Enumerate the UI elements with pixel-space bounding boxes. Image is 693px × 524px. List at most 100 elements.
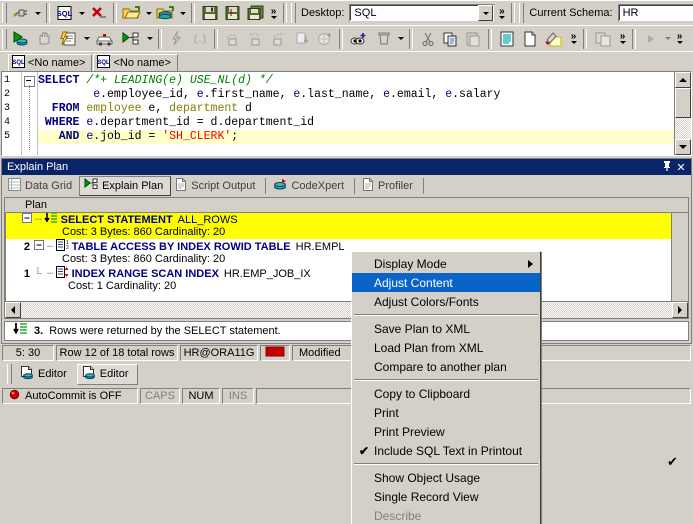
plan-tree[interactable]: ┄ SELECT STATEMENT ALL_ROWS Cost: 3 Byte… <box>5 213 688 301</box>
plan-row-table-access[interactable]: 2 ┄ 12 TABLE ACCESS BY INDEX ROWID TABLE… <box>6 240 688 266</box>
pane-title-text: Explain Plan <box>7 161 68 173</box>
status-flag[interactable] <box>260 345 290 361</box>
step-into-button[interactable] <box>244 28 267 50</box>
compare-toolbar-overflow[interactable]: » <box>616 28 629 50</box>
plan-row-index-scan[interactable]: 1 └ ┄ INDEX RANGE SCAN INDEX HR.EMP_JOB_… <box>6 267 688 293</box>
menu-item-display-mode[interactable]: Display Mode <box>352 254 540 273</box>
tab-explain-plan[interactable]: Explain Plan <box>79 176 171 196</box>
open-from-db-button[interactable] <box>154 2 177 24</box>
play-button[interactable] <box>639 28 662 50</box>
menu-item-copy-to-clipboard[interactable]: Copy to Clipboard <box>352 384 540 403</box>
add-watch-button[interactable] <box>313 28 336 50</box>
scroll-down-button[interactable] <box>675 139 691 155</box>
new-sql-window-button[interactable]: SQL <box>53 2 76 24</box>
desktop-toolbar-grip[interactable] <box>291 3 296 23</box>
close-icon[interactable]: ✕ <box>674 161 688 174</box>
menu-item-single-record-view[interactable]: Single Record View <box>352 487 540 506</box>
delete-breakpoint-button[interactable] <box>372 28 395 50</box>
open-file-button[interactable] <box>120 2 143 24</box>
toolbar-grip[interactable] <box>2 3 7 23</box>
plan-hscroll-right-button[interactable] <box>672 302 688 318</box>
menu-item-compare-to-another-plan[interactable]: Compare to another plan <box>352 357 540 376</box>
play-dropdown[interactable] <box>662 28 673 50</box>
menu-item-load-plan-from-xml[interactable]: Load Plan from XML <box>352 338 540 357</box>
execute-as-script-button[interactable] <box>55 28 81 50</box>
row-expander-icon[interactable] <box>34 240 45 254</box>
save-button[interactable] <box>198 2 221 24</box>
plan-scroll-up-button[interactable] <box>672 213 688 227</box>
plan-row-select-statement[interactable]: ┄ SELECT STATEMENT ALL_ROWS Cost: 3 Byte… <box>6 213 688 239</box>
scroll-up-button[interactable] <box>675 72 691 88</box>
toggle-breakpoint-button[interactable] <box>346 28 372 50</box>
autocommit-status[interactable]: AutoCommit is OFF <box>2 388 138 404</box>
pin-icon[interactable] <box>660 160 674 174</box>
menu-item-save-plan-to-xml[interactable]: Save Plan to XML <box>352 319 540 338</box>
svg-text:SQL: SQL <box>12 60 25 66</box>
menu-item-adjust-content[interactable]: Adjust Content <box>352 273 540 292</box>
paste-button[interactable] <box>462 28 485 50</box>
tab-profiler[interactable]: Profiler <box>358 176 420 196</box>
format-sql-button[interactable] <box>495 28 518 50</box>
new-document-button[interactable] <box>518 28 541 50</box>
editor-vertical-scrollbar[interactable] <box>674 72 691 155</box>
row-expander-icon[interactable] <box>22 213 33 227</box>
plan-horizontal-scrollbar[interactable] <box>5 301 688 318</box>
step-over-button[interactable] <box>221 28 244 50</box>
open-file-dropdown[interactable] <box>143 2 154 24</box>
cut-button[interactable] <box>416 28 439 50</box>
new-connection-dropdown[interactable] <box>32 2 43 24</box>
new-sql-window-dropdown[interactable] <box>76 2 87 24</box>
stop-execution-button[interactable] <box>32 28 55 50</box>
run-to-cursor-button[interactable] <box>290 28 313 50</box>
desktop-combo-arrow[interactable] <box>478 5 493 21</box>
toolbar-separator <box>113 3 117 23</box>
exec-toolbar-grip[interactable] <box>2 29 7 49</box>
execute-as-script-dropdown[interactable] <box>81 28 92 50</box>
bottom-nav-editor-1[interactable]: Editor <box>16 364 75 385</box>
explain-plan-button[interactable] <box>118 28 144 50</box>
checkmark-icon: ✔ <box>359 444 369 458</box>
plan-context-menu[interactable]: Display ModeAdjust ContentAdjust Colors/… <box>351 251 541 524</box>
bottom-nav-editor-2[interactable]: Editor <box>77 364 138 385</box>
tab-data-grid[interactable]: Data Grid <box>4 176 79 196</box>
execute-statement-button[interactable] <box>9 28 32 50</box>
toolbar-overflow-chevron[interactable]: » <box>267 2 280 24</box>
tab-script-output[interactable]: Script Output <box>171 176 262 196</box>
highlighter-button[interactable] <box>541 28 567 50</box>
debug-run-button[interactable] <box>165 28 188 50</box>
open-from-db-dropdown[interactable] <box>177 2 188 24</box>
new-connection-button[interactable] <box>9 2 32 24</box>
tab-codexpert[interactable]: CodeXpert <box>269 176 351 196</box>
disconnect-button[interactable] <box>87 2 110 24</box>
menu-item-adjust-colors-fonts[interactable]: Adjust Colors/Fonts <box>352 292 540 311</box>
debug-pause-button[interactable]: (..) <box>188 28 211 50</box>
scroll-thumb[interactable] <box>675 88 691 118</box>
menu-item-include-sql-text-in-printout[interactable]: ✔Include SQL Text in Printout <box>352 441 540 460</box>
plan-vertical-scrollbar[interactable] <box>671 213 688 301</box>
explain-plan-dropdown[interactable] <box>144 28 155 50</box>
menu-item-print[interactable]: Print <box>352 403 540 422</box>
auto-trace-button[interactable] <box>92 28 118 50</box>
sql-editor[interactable]: 12345 SELECT /*+ LEADING(e) USE_NL(d) */… <box>1 71 692 156</box>
last-toolbar-overflow[interactable]: » <box>673 28 686 50</box>
editor-tab-1[interactable]: SQL <No name> <box>8 54 92 71</box>
edit-toolbar-overflow[interactable]: » <box>567 28 580 50</box>
scroll-track[interactable] <box>675 118 691 139</box>
save-all-button[interactable] <box>244 2 267 24</box>
desktop-overflow-chevron[interactable]: » <box>495 2 508 24</box>
compare-button[interactable] <box>590 28 616 50</box>
bottom-nav-grip[interactable] <box>7 364 12 384</box>
plan-hscroll-left-button[interactable] <box>5 302 21 318</box>
desktop-combo[interactable]: SQL <box>349 4 495 22</box>
save-as-button[interactable] <box>221 2 244 24</box>
schema-toolbar-grip[interactable] <box>519 3 524 23</box>
sql-code-area[interactable]: SELECT /*+ LEADING(e) USE_NL(d) */ e.emp… <box>38 72 674 155</box>
code-folding-column[interactable] <box>22 72 38 155</box>
editor-tab-2[interactable]: SQL <No name> <box>93 54 177 71</box>
menu-item-print-preview[interactable]: Print Preview <box>352 422 540 441</box>
step-out-button[interactable] <box>267 28 290 50</box>
breakpoint-dropdown[interactable] <box>395 28 406 50</box>
current-schema-combo[interactable]: HR <box>618 4 693 22</box>
menu-item-show-object-usage[interactable]: Show Object Usage <box>352 468 540 487</box>
copy-button[interactable] <box>439 28 462 50</box>
